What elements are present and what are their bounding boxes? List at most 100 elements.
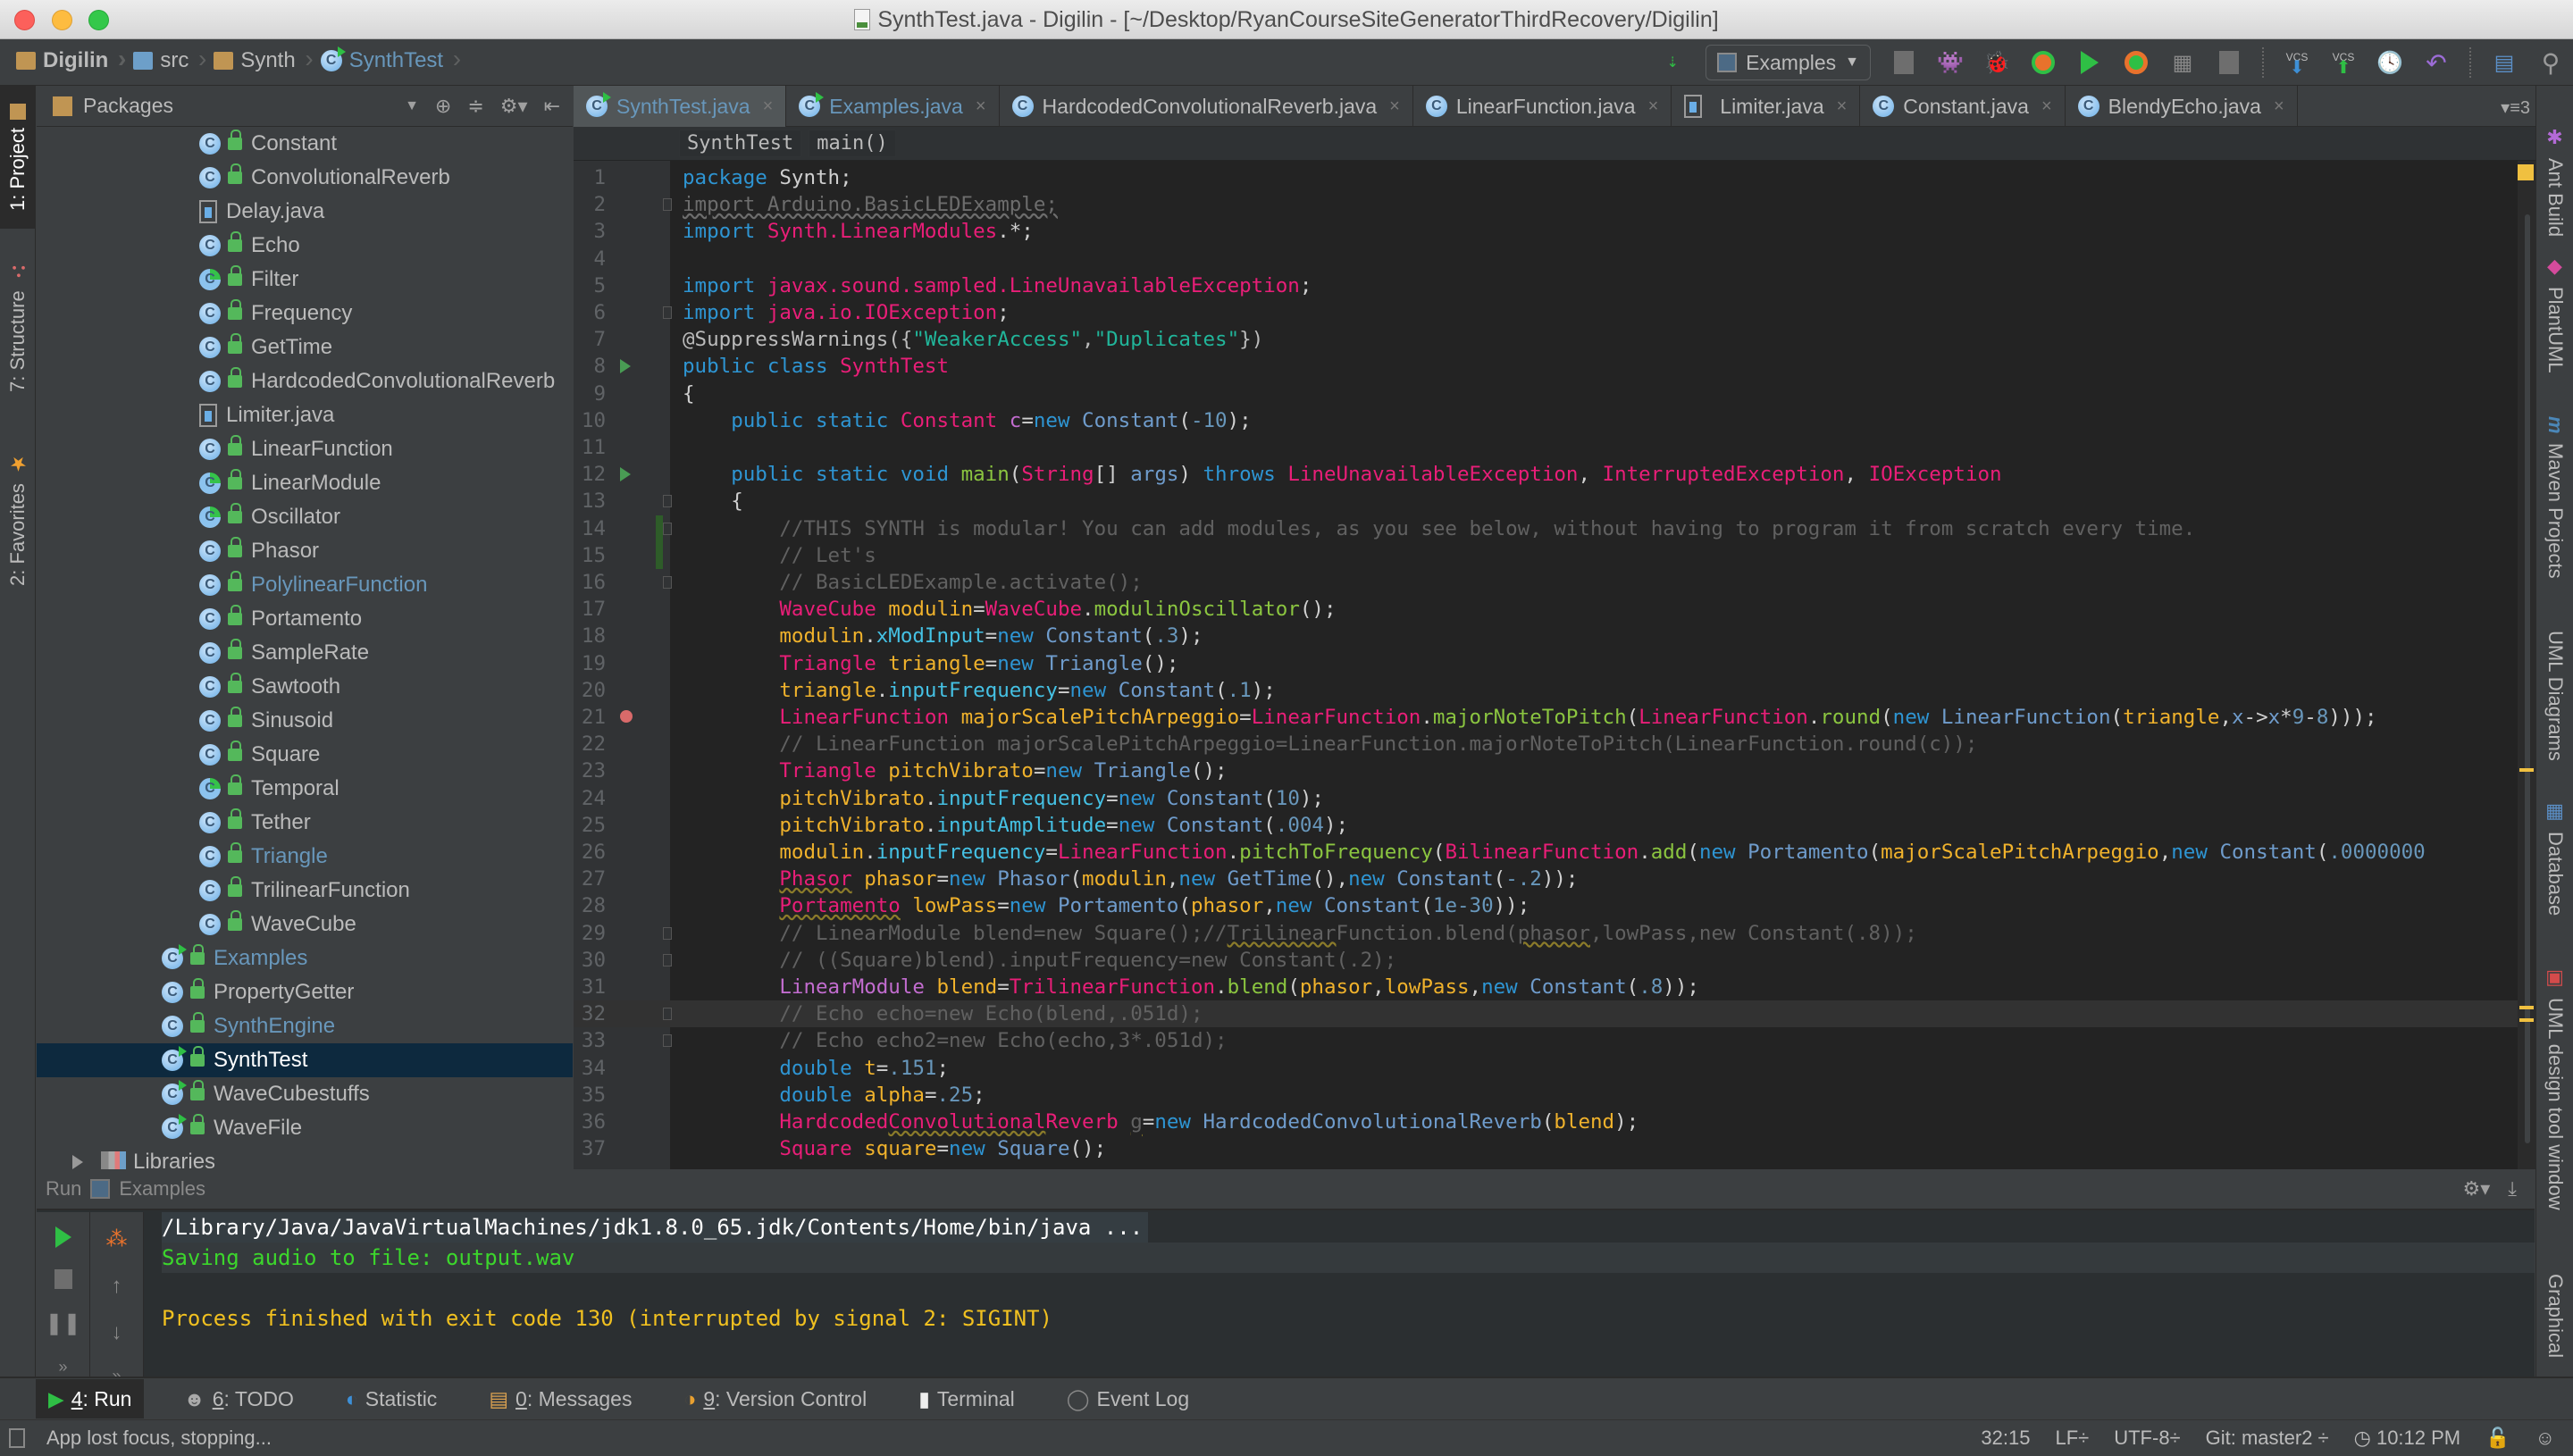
up-arrow-icon[interactable]: ↑ — [112, 1274, 122, 1299]
code-line[interactable]: 23 Triangle pitchVibrato=new Triangle(); — [574, 757, 2518, 784]
tree-item[interactable]: C GetTime — [37, 331, 573, 364]
down-arrow-icon[interactable]: ↓ — [112, 1320, 122, 1345]
warning-marker[interactable] — [2519, 1006, 2534, 1009]
editor-tab[interactable]: C Examples.java × — [786, 86, 1000, 127]
code-line[interactable]: 10 public static Constant c=new Constant… — [574, 407, 2518, 434]
code-line[interactable]: 37 Square square=new Square(); — [574, 1135, 2518, 1162]
collapse-all-icon[interactable]: ≑ — [467, 95, 483, 118]
code-line[interactable]: 20 triangle.inputFrequency=new Constant(… — [574, 677, 2518, 704]
code-line[interactable]: 8 public class SynthTest — [574, 353, 2518, 380]
editor-tab[interactable]: C SynthTest.java × — [574, 86, 787, 127]
code-line[interactable]: 26 modulin.inputFrequency=LinearFunction… — [574, 839, 2518, 866]
code-line[interactable]: 19 Triangle triangle=new Triangle(); — [574, 650, 2518, 677]
tree-item[interactable]: C Examples — [37, 941, 573, 975]
run-gutter-icon[interactable] — [620, 467, 631, 482]
editor-tab[interactable]: C Constant.java × — [1860, 86, 2066, 127]
bottom-tab[interactable]: ◑ 9: Version Control — [671, 1379, 879, 1418]
bottom-tab[interactable]: ▶ 4: Run — [36, 1379, 145, 1418]
line-separator-select[interactable]: LF÷ — [2055, 1427, 2089, 1450]
code-line[interactable]: 1 package Synth; — [574, 164, 2518, 191]
tool-tab-project[interactable]: 1: Project — [0, 86, 36, 229]
android-icon[interactable]: 👾 — [1937, 49, 1964, 76]
fold-marker-icon[interactable] — [663, 576, 672, 589]
fold-marker-icon[interactable] — [663, 495, 672, 508]
editor-scroll-thumb[interactable] — [2525, 214, 2530, 1143]
close-icon[interactable]: × — [1648, 96, 1659, 117]
fold-marker-icon[interactable] — [663, 1034, 672, 1048]
tool-tab-uml-design[interactable]: ▣ UML design tool window — [2536, 966, 2573, 1210]
stop-icon[interactable] — [1890, 49, 1917, 76]
code-line[interactable]: 32 // Echo echo=new Echo(blend,.051d); — [574, 1000, 2518, 1028]
code-line[interactable]: 29 // LinearModule blend=new Square();//… — [574, 920, 2518, 947]
code-line[interactable]: 12 public static void main(String[] args… — [574, 461, 2518, 488]
tool-tab-uml-diagrams[interactable]: UML Diagrams — [2536, 631, 2573, 761]
run-console[interactable]: /Library/Java/JavaVirtualMachines/jdk1.8… — [162, 1212, 2535, 1377]
tree-item[interactable]: C SampleRate — [37, 636, 573, 670]
tool-tab-structure[interactable]: 7: Structure ⛬ — [0, 247, 36, 407]
code-line[interactable]: 18 modulin.xModInput=new Constant(.3); — [574, 623, 2518, 649]
close-icon[interactable]: × — [2041, 96, 2052, 117]
tab-overflow-button[interactable]: ▾≡3 — [2501, 96, 2530, 119]
breadcrumb-class[interactable]: C SynthTest — [320, 45, 461, 73]
history-icon[interactable]: 🕓 — [2376, 49, 2403, 76]
code-line[interactable]: 15 // Let's — [574, 542, 2518, 569]
search-icon[interactable]: ⚲ — [2537, 49, 2564, 77]
gear-icon[interactable]: ⚙▾ — [500, 95, 528, 118]
lambda-gutter-icon[interactable] — [620, 710, 633, 723]
expand-arrow-icon[interactable] — [72, 1155, 83, 1169]
gear-icon[interactable]: ⚙▾ — [2463, 1177, 2491, 1201]
warning-marker[interactable] — [2519, 1018, 2534, 1022]
run-gutter-icon[interactable] — [620, 359, 631, 374]
tool-tab-plantuml[interactable]: ◆ PlantUML — [2536, 255, 2573, 373]
code-line[interactable]: 31 LinearModule blend=TrilinearFunction.… — [574, 974, 2518, 1000]
tool-tab-database[interactable]: ▦ Database — [2536, 800, 2573, 916]
git-branch-select[interactable]: Git: master2 ÷ — [2206, 1427, 2329, 1450]
editor-scrollbar[interactable] — [2518, 161, 2535, 1169]
code-line[interactable]: 17 WaveCube modulin=WaveCube.modulinOsci… — [574, 596, 2518, 623]
bottom-tab[interactable]: ☻ 6: TODO — [171, 1379, 306, 1418]
dump-threads-icon[interactable]: ⁂ — [106, 1226, 128, 1252]
code-line[interactable]: 22 // LinearFunction majorScalePitchArpe… — [574, 731, 2518, 757]
code-line[interactable]: 2 import Arduino.BasicLEDExample; — [574, 191, 2518, 218]
tree-item[interactable]: C Portamento — [37, 602, 573, 636]
vcs-update-icon[interactable]: VCS ⬇ — [2284, 49, 2310, 77]
code-line[interactable]: 4 — [574, 246, 2518, 272]
editor-tab[interactable]: C HardcodedConvolutionalReverb.java × — [1000, 86, 1413, 127]
fold-marker-icon[interactable] — [663, 522, 672, 535]
tree-item[interactable]: C LinearFunction — [37, 432, 573, 466]
code-line[interactable]: 30 // ((Square)blend).inputFrequency=new… — [574, 947, 2518, 974]
tree-item[interactable]: C WaveCube — [37, 908, 573, 941]
rerun-icon[interactable] — [54, 1226, 71, 1248]
code-breadcrumb-class[interactable]: SynthTest — [679, 130, 802, 157]
tree-item[interactable]: C Echo — [37, 229, 573, 263]
run-configuration-select[interactable]: Examples ▼ — [1706, 45, 1871, 80]
code-line[interactable]: 13 { — [574, 488, 2518, 515]
tree-item[interactable]: C Oscillator — [37, 500, 573, 534]
fold-marker-icon[interactable] — [663, 953, 672, 966]
tree-item[interactable]: C SynthTest — [37, 1043, 573, 1077]
pause-icon[interactable]: ❚❚ — [45, 1310, 80, 1336]
code-editor[interactable]: 1 package Synth; 2 import Arduino.BasicLEDE… — [574, 161, 2518, 1169]
code-line[interactable]: 9{ — [574, 381, 2518, 407]
editor-tab[interactable]: C LinearFunction.java × — [1413, 86, 1672, 127]
close-icon[interactable]: × — [2274, 96, 2284, 117]
hide-panel-icon[interactable]: ⇤ — [544, 95, 560, 118]
bottom-tab[interactable]: ◐ Statistic — [333, 1379, 449, 1418]
caret-position[interactable]: 32:15 — [1981, 1427, 2030, 1450]
code-line[interactable]: 35 double alpha=.25; — [574, 1082, 2518, 1109]
lock-icon[interactable]: 🔓 — [2485, 1427, 2510, 1450]
vcs-commit-icon[interactable]: VCS ⬆ — [2330, 49, 2357, 77]
project-view-select[interactable]: Packages — [83, 94, 405, 118]
code-line[interactable]: 5 import javax.sound.sampled.LineUnavaila… — [574, 272, 2518, 299]
tree-item[interactable]: C HardcodedConvolutionalReverb — [37, 364, 573, 398]
tool-tab-graphical[interactable]: Graphical — [2536, 1274, 2573, 1358]
profile-icon[interactable] — [2123, 49, 2150, 76]
tree-item[interactable]: C PolylinearFunction — [37, 568, 573, 602]
view-dropdown-icon[interactable]: ▼ — [405, 98, 419, 114]
tree-item[interactable]: C Constant — [37, 127, 573, 161]
tree-item[interactable]: C TrilinearFunction — [37, 874, 573, 908]
code-line[interactable]: 7 @SuppressWarnings({"WeakerAccess","Dupl… — [574, 326, 2518, 353]
tree-item[interactable]: C Sawtooth — [37, 670, 573, 704]
code-line[interactable]: 24 pitchVibrato.inputFrequency=new Const… — [574, 785, 2518, 812]
close-icon[interactable]: × — [976, 96, 986, 117]
